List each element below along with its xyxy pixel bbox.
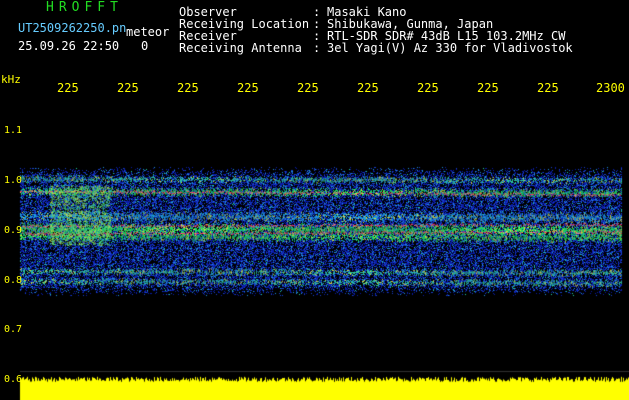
y-tick-label: 0.7 [3,324,22,335]
x-tick-label: 225 [357,81,379,95]
antenna-value: 3el Yagi(V) Az 330 for Vladivostok [327,41,573,55]
antenna-label: Receiving Antenna [179,41,302,55]
x-tick-label: 225 [477,81,499,95]
meteor-count: 0 [141,39,149,53]
y-tick-label: 0.9 [3,225,22,236]
x-tick-label: 225 [417,81,439,95]
y-tick-label: 1.1 [3,125,22,136]
y-tick-label: 0.6 [3,374,22,385]
x-tick-label: 225 [237,81,259,95]
hrofft-logo: HROFFT [46,0,123,15]
x-tick-label: 225 [177,81,199,95]
x-tick-label: 225 [537,81,559,95]
spectrogram-canvas [0,0,629,400]
meteor-label: meteor [126,25,170,39]
x-tick-label: 225 [117,81,139,95]
y-tick-label: 0.8 [3,275,22,286]
datetime-label: 25.09.26 22:50 [18,39,120,53]
x-tick-label: 225 [297,81,319,95]
antenna-colon: : [313,41,321,55]
y-axis-unit: kHz [1,73,21,86]
y-tick-label: 1.0 [3,175,22,186]
filename-label: UT2509262250.pn [18,21,127,35]
x-tick-label: 225 [57,81,79,95]
x-tick-label: 2300 [596,81,625,95]
